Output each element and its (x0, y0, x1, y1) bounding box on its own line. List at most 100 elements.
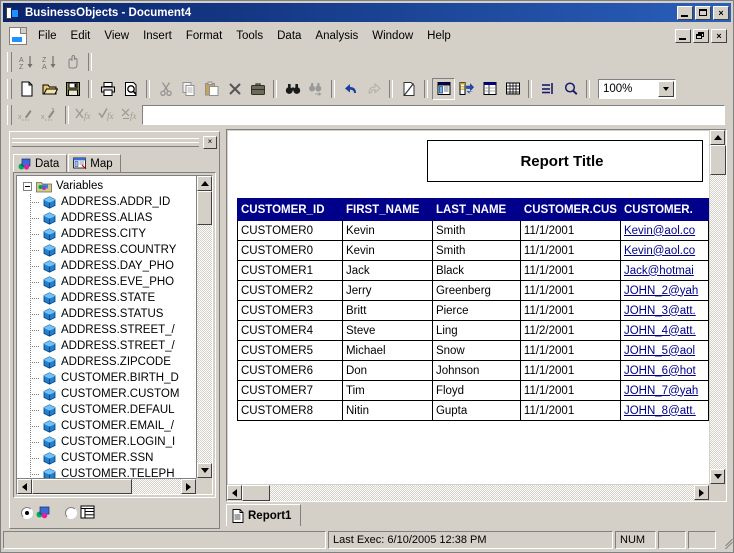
table-cell[interactable]: Floyd (431, 380, 521, 401)
edit-variable-button[interactable]: x (38, 104, 61, 126)
tree-hscroll-thumb[interactable] (32, 479, 132, 494)
tree-item[interactable]: CUSTOMER.BIRTH_D (17, 370, 196, 386)
tree-item[interactable]: CUSTOMER.SSN (17, 450, 196, 466)
chevron-down-icon[interactable] (658, 80, 674, 97)
table-cell[interactable]: Ling (431, 320, 521, 341)
tree-item[interactable]: ADDRESS.STREET_/ (17, 322, 196, 338)
tree-horizontal-scrollbar[interactable] (17, 478, 196, 494)
panel-title-bar[interactable]: × (12, 134, 217, 150)
table-cell[interactable]: Kevin (341, 240, 433, 261)
table-cell-email[interactable]: Kevin@aol.co (619, 240, 709, 261)
table-row[interactable]: CUSTOMER8 Nitin Gupta 11/1/2001 JOHN_8@att. (237, 400, 709, 421)
table-cell[interactable]: CUSTOMER4 (237, 320, 343, 341)
maximize-button[interactable] (695, 5, 711, 20)
table-cell[interactable]: Jack (341, 260, 433, 281)
report-canvas[interactable]: Report Title CUSTOMER_ID FIRST_NAME LAST_N… (228, 131, 709, 484)
menu-view[interactable]: View (97, 28, 136, 44)
tree-scroll-left-button[interactable] (17, 479, 32, 494)
panel-drag-grip[interactable] (12, 137, 199, 147)
redo-button[interactable] (362, 78, 385, 100)
table-cell[interactable]: 11/1/2001 (519, 300, 621, 321)
table-cell[interactable]: Smith (431, 240, 521, 261)
mdi-minimize-button[interactable] (675, 29, 691, 43)
table-cell[interactable]: CUSTOMER7 (237, 380, 343, 401)
table-cell[interactable]: Don (341, 360, 433, 381)
menu-window[interactable]: Window (365, 28, 420, 44)
menu-edit[interactable]: Edit (64, 28, 98, 44)
print-preview-button[interactable] (119, 78, 142, 100)
table-cell[interactable]: 11/2/2001 (519, 320, 621, 341)
table-cell[interactable]: Snow (431, 340, 521, 361)
table-row[interactable]: CUSTOMER0 Kevin Smith 11/1/2001 Kevin@aol.co (237, 220, 709, 241)
report-scroll-up-button[interactable] (710, 130, 725, 145)
report-scroll-left-button[interactable] (227, 485, 242, 500)
drill-hand-button[interactable] (61, 51, 84, 73)
table-cell-email[interactable]: JOHN_7@yah (619, 380, 709, 401)
table-row[interactable]: CUSTOMER4 Steve Ling 11/2/2001 JOHN_4@att. (237, 320, 709, 341)
view-report-button[interactable] (432, 77, 455, 100)
formula-editor-button[interactable]: fx (119, 104, 142, 126)
table-cell[interactable]: CUSTOMER1 (237, 260, 343, 281)
menu-analysis[interactable]: Analysis (308, 28, 365, 44)
table-cell[interactable]: 11/1/2001 (519, 240, 621, 261)
tree-vscroll-track[interactable] (197, 191, 212, 463)
tree-item[interactable]: ADDRESS.DAY_PHO (17, 258, 196, 274)
sort-ascending-button[interactable]: A Z (15, 51, 38, 73)
print-button[interactable] (96, 78, 119, 100)
tree-item[interactable]: ADDRESS.ZIPCODE (17, 354, 196, 370)
menu-file[interactable]: File (31, 28, 64, 44)
table-cell[interactable]: Johnson (431, 360, 521, 381)
tree-item[interactable]: ADDRESS.STREET_/ (17, 338, 196, 354)
table-cell-email[interactable]: Jack@hotmai (619, 260, 709, 281)
table-cell[interactable]: CUSTOMER0 (237, 220, 343, 241)
data-view-radio[interactable] (21, 507, 33, 519)
table-cell[interactable]: CUSTOMER6 (237, 360, 343, 381)
report-scroll-right-button[interactable] (694, 485, 709, 500)
tree-item[interactable]: CUSTOMER.EMAIL_/ (17, 418, 196, 434)
tab-data[interactable]: Data (13, 154, 68, 173)
table-column-header[interactable]: FIRST_NAME (341, 198, 433, 221)
table-row[interactable]: CUSTOMER2 Jerry Greenberg 11/1/2001 JOHN_2@y… (237, 280, 709, 301)
table-column-header[interactable]: CUSTOMER.CUS (519, 198, 621, 221)
accept-formula-button[interactable]: fx (96, 104, 119, 126)
tree-item[interactable]: ADDRESS.CITY (17, 226, 196, 242)
structure-view-radio[interactable] (65, 507, 77, 519)
table-cell[interactable]: 11/1/2001 (519, 260, 621, 281)
report-horizontal-scrollbar[interactable] (227, 485, 709, 501)
table-row[interactable]: CUSTOMER5 Michael Snow 11/1/2001 JOHN_5@aol (237, 340, 709, 361)
table-cell[interactable]: 11/1/2001 (519, 360, 621, 381)
tree-item[interactable]: ADDRESS.STATUS (17, 306, 196, 322)
undo-button[interactable] (339, 78, 362, 100)
cancel-formula-button[interactable]: fx (73, 104, 96, 126)
table-cell[interactable]: Black (431, 260, 521, 281)
tab-map[interactable]: Map (68, 154, 121, 173)
tree-item[interactable]: ADDRESS.ALIAS (17, 210, 196, 226)
report-tab-report1[interactable]: Report1 (226, 504, 302, 526)
tree-hscroll-track[interactable] (32, 479, 181, 494)
table-row[interactable]: CUSTOMER7 Tim Floyd 11/1/2001 JOHN_7@yah (237, 380, 709, 401)
zoom-button[interactable] (559, 78, 582, 100)
table-cell[interactable]: Michael (341, 340, 433, 361)
open-document-button[interactable] (38, 78, 61, 100)
tree-vertical-scrollbar[interactable] (196, 176, 212, 478)
insert-table-button[interactable] (478, 78, 501, 100)
resize-grip[interactable] (720, 533, 734, 547)
find-button[interactable] (281, 78, 304, 100)
tree-scroll-down-button[interactable] (197, 463, 212, 478)
menu-data[interactable]: Data (270, 28, 308, 44)
report-vertical-scrollbar[interactable] (710, 130, 726, 484)
insert-variable-button[interactable]: x (15, 104, 38, 126)
cut-button[interactable] (154, 78, 177, 100)
slice-and-dice-button[interactable] (455, 78, 478, 100)
tree-item[interactable]: CUSTOMER.DEFAUL (17, 402, 196, 418)
table-cell[interactable]: CUSTOMER2 (237, 280, 343, 301)
table-cell[interactable]: Kevin (341, 220, 433, 241)
table-cell[interactable]: CUSTOMER3 (237, 300, 343, 321)
table-row[interactable]: CUSTOMER3 Britt Pierce 11/1/2001 JOHN_3@att. (237, 300, 709, 321)
table-cell[interactable]: Smith (431, 220, 521, 241)
document-icon[interactable] (9, 27, 27, 45)
zoom-combo[interactable]: 100% (598, 78, 676, 99)
report-vscroll-thumb[interactable] (710, 145, 726, 175)
tree-item[interactable]: ADDRESS.ADDR_ID (17, 194, 196, 210)
table-cell[interactable]: Tim (341, 380, 433, 401)
